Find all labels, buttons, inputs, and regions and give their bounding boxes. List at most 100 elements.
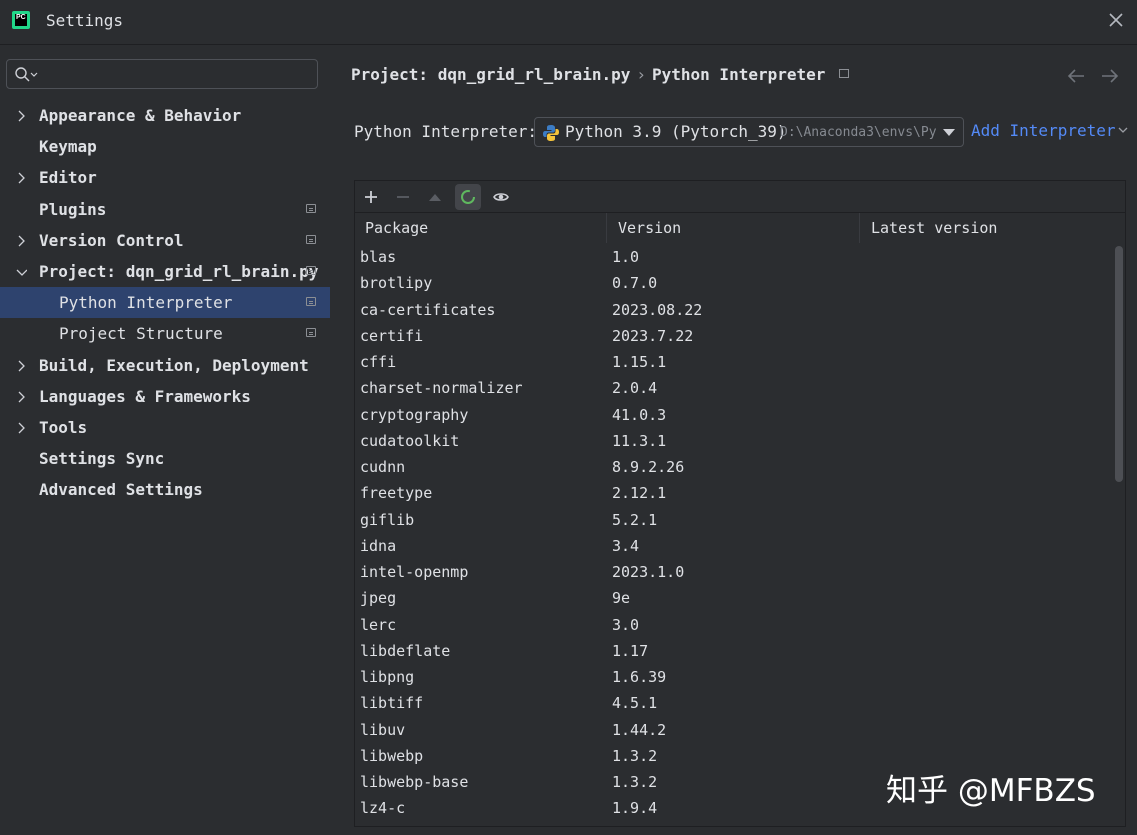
settings-search[interactable]	[6, 59, 318, 89]
version-cell: 2023.1.0	[612, 563, 685, 581]
version-cell: 4.5.1	[612, 694, 658, 713]
table-row[interactable]: ca-certificates 2023.08.22	[355, 297, 1113, 323]
package-name-cell: freetype	[360, 484, 433, 503]
version-cell: 3.0	[612, 615, 640, 634]
sidebar-item-label: Project Structure	[59, 324, 223, 344]
settings-nav-tree: Appearance & Behavior Keymap Editor Plug…	[0, 100, 330, 505]
table-row[interactable]: brotlipy 0.7.0	[355, 270, 1113, 296]
sidebar-item-keymap[interactable]: Keymap	[0, 131, 330, 162]
sidebar-item-label: Appearance & Behavior	[39, 106, 242, 125]
sidebar-item-label: Advanced Settings	[39, 480, 203, 500]
sidebar-item-label: Tools	[39, 417, 88, 437]
add-interpreter-link[interactable]: Add Interpreter	[971, 121, 1128, 140]
sidebar-item-label: Keymap	[39, 137, 97, 157]
version-cell: 1.0	[612, 248, 640, 266]
table-row[interactable]: libuv 1.44.2	[355, 717, 1113, 743]
version-cell: 9e	[612, 589, 631, 608]
table-row[interactable]: lerc 3.0	[355, 612, 1113, 638]
add-interpreter-label: Add Interpreter	[971, 121, 1116, 140]
table-row[interactable]: certifi 2023.7.22	[355, 323, 1113, 349]
project-scope-icon	[306, 265, 316, 275]
table-row[interactable]: cryptography 41.0.3	[355, 402, 1113, 428]
window-title: Settings	[46, 11, 124, 30]
chevron-right-icon[interactable]	[16, 235, 26, 247]
table-row[interactable]: cffi 1.15.1	[355, 349, 1113, 375]
chevron-down-icon[interactable]	[15, 266, 27, 278]
sidebar-item-python-interpreter[interactable]: Python Interpreter	[0, 287, 330, 319]
version-cell: 8.9.2.26	[612, 458, 685, 476]
project-scope-icon	[306, 328, 316, 338]
pycharm-logo-icon: PC	[12, 11, 30, 29]
sidebar-item-label: Project: dqn_grid_rl_brain.py	[39, 261, 319, 281]
table-row[interactable]: libtiff 4.5.1	[355, 690, 1113, 716]
eye-icon	[493, 193, 509, 201]
version-cell: 0.7.0	[612, 274, 658, 293]
settings-sidebar: Appearance & Behavior Keymap Editor Plug…	[0, 45, 330, 835]
sidebar-item-plugins[interactable]: Plugins	[0, 194, 330, 225]
search-input[interactable]	[43, 63, 315, 87]
package-name-cell: libpng	[360, 668, 415, 686]
settings-content: Project: dqn_grid_rl_brain.py › Python Int…	[330, 45, 1137, 835]
table-row[interactable]: intel-openmp 2023.1.0	[355, 559, 1113, 585]
breadcrumb-project[interactable]: Project: dqn_grid_rl_brain.py	[351, 65, 630, 84]
table-row[interactable]: cudnn 8.9.2.26	[355, 454, 1113, 480]
chevron-right-icon[interactable]	[16, 110, 26, 122]
sidebar-item-version-control[interactable]: Version Control	[0, 225, 330, 256]
packages-panel: Package Version Latest version blas 1.0 br…	[354, 180, 1126, 827]
table-row[interactable]: idna 3.4	[355, 533, 1113, 559]
back-arrow-icon[interactable]	[1066, 67, 1086, 85]
vertical-scrollbar[interactable]	[1115, 246, 1123, 482]
packages-toolbar	[355, 181, 1125, 213]
version-cell: 1.3.2	[612, 773, 658, 791]
table-row[interactable]: libdeflate 1.17	[355, 638, 1113, 664]
chevron-right-icon[interactable]	[16, 391, 26, 403]
sidebar-item-languages-frameworks[interactable]: Languages & Frameworks	[0, 381, 330, 412]
dropdown-arrow-icon	[943, 129, 955, 136]
package-name-cell: libuv	[360, 720, 406, 739]
upgrade-package-button[interactable]	[422, 184, 448, 210]
table-row[interactable]: giflib 5.2.1	[355, 507, 1113, 533]
sidebar-item-label: Version Control	[39, 230, 184, 250]
column-header-version[interactable]: Version	[608, 213, 860, 243]
sidebar-item-project-structure[interactable]: Project Structure	[0, 318, 330, 349]
package-name-cell: cryptography	[360, 405, 469, 424]
table-row[interactable]: jpeg 9e	[355, 585, 1113, 611]
refresh-button[interactable]	[455, 184, 481, 210]
sidebar-item-tools[interactable]: Tools	[0, 412, 330, 443]
table-row[interactable]: freetype 2.12.1	[355, 480, 1113, 506]
chevron-right-icon[interactable]	[16, 422, 26, 434]
chevron-right-icon[interactable]	[16, 360, 26, 372]
breadcrumb-separator: ›	[636, 65, 646, 84]
interpreter-select[interactable]: Python 3.9 (Pytorch_39) D:\Anaconda3\env…	[534, 117, 964, 147]
version-cell: 11.3.1	[612, 431, 667, 450]
table-row[interactable]: blas 1.0	[355, 244, 1113, 270]
sidebar-item-editor[interactable]: Editor	[0, 162, 330, 193]
table-row[interactable]: cudatoolkit 11.3.1	[355, 428, 1113, 454]
sidebar-item-appearance-behavior[interactable]: Appearance & Behavior	[0, 100, 330, 131]
project-scope-icon	[306, 297, 316, 307]
package-name-cell: charset-normalizer	[360, 379, 523, 398]
close-icon[interactable]	[1105, 9, 1127, 31]
version-cell: 1.9.4	[612, 799, 658, 818]
table-row[interactable]: charset-normalizer 2.0.4	[355, 375, 1113, 401]
watermark: 知乎 @MFBZS	[886, 773, 1096, 809]
package-name-cell: libwebp	[360, 746, 424, 765]
upgrade-triangle-icon	[429, 194, 441, 201]
package-name-cell: certifi	[360, 326, 424, 345]
project-scope-icon	[839, 69, 850, 78]
chevron-right-icon[interactable]	[16, 172, 26, 184]
column-header-package[interactable]: Package	[355, 213, 607, 243]
install-package-button[interactable]	[358, 184, 384, 210]
sidebar-item-advanced-settings[interactable]: Advanced Settings	[0, 474, 330, 505]
version-cell: 2.0.4	[612, 379, 658, 398]
table-row[interactable]: libpng 1.6.39	[355, 664, 1113, 690]
package-name-cell: ca-certificates	[360, 300, 496, 319]
column-header-latest-version[interactable]: Latest version	[861, 213, 1125, 243]
forward-arrow-icon[interactable]	[1100, 67, 1120, 85]
sidebar-item-project[interactable]: Project: dqn_grid_rl_brain.py	[0, 256, 330, 287]
show-early-releases-button[interactable]	[488, 184, 514, 210]
sidebar-item-settings-sync[interactable]: Settings Sync	[0, 443, 330, 474]
uninstall-package-button[interactable]	[390, 184, 416, 210]
sidebar-item-build-execution-deployment[interactable]: Build, Execution, Deployment	[0, 350, 330, 381]
search-icon	[15, 67, 38, 82]
